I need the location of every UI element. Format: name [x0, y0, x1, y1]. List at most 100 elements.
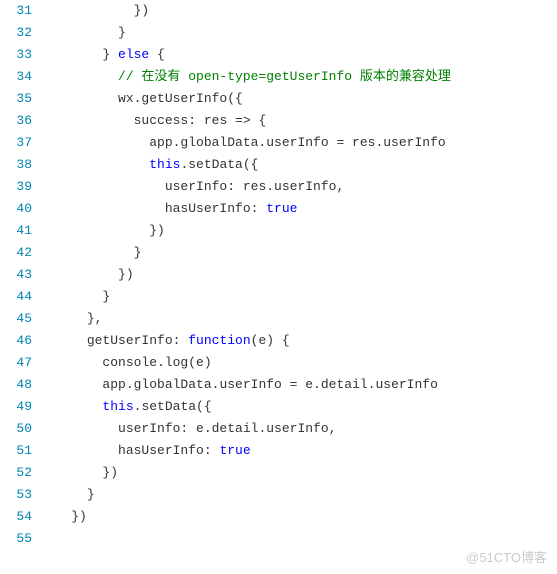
keyword-else: else [118, 47, 149, 62]
code-line[interactable]: }) [40, 0, 557, 22]
code-text: console.log(e) [102, 355, 211, 370]
code-text: hasUserInfo: [165, 201, 266, 216]
indent [40, 509, 71, 524]
indent [40, 421, 118, 436]
indent [40, 201, 165, 216]
line-number: 32 [0, 22, 32, 44]
code-text: }) [134, 3, 150, 18]
code-line[interactable]: } [40, 484, 557, 506]
indent [40, 443, 118, 458]
line-number-gutter: 31 32 33 34 35 36 37 38 39 40 41 42 43 4… [0, 0, 40, 574]
line-number: 45 [0, 308, 32, 330]
code-line[interactable]: } [40, 242, 557, 264]
indent [40, 135, 149, 150]
keyword-this: this [149, 157, 180, 172]
line-number: 53 [0, 484, 32, 506]
code-line[interactable]: }) [40, 506, 557, 528]
code-line[interactable]: app.globalData.userInfo = e.detail.userI… [40, 374, 557, 396]
code-text: userInfo: res.userInfo, [165, 179, 344, 194]
code-text: } [134, 245, 142, 260]
indent [40, 267, 118, 282]
line-number: 37 [0, 132, 32, 154]
comment-text: // 在没有 open-type=getUserInfo 版本的兼容处理 [118, 69, 451, 84]
indent [40, 245, 134, 260]
code-line[interactable]: wx.getUserInfo({ [40, 88, 557, 110]
indent [40, 333, 87, 348]
code-text: } [87, 487, 95, 502]
line-number: 31 [0, 0, 32, 22]
watermark-text: @51CTO博客 [466, 547, 547, 566]
line-number: 46 [0, 330, 32, 352]
code-text: success: res => { [134, 113, 267, 128]
line-number: 47 [0, 352, 32, 374]
indent [40, 311, 87, 326]
code-area[interactable]: }) } } else { // 在没有 open-type=getUserIn… [40, 0, 557, 574]
code-text: app.globalData.userInfo = e.detail.userI… [102, 377, 437, 392]
keyword-true: true [219, 443, 250, 458]
indent [40, 377, 102, 392]
indent [40, 157, 149, 172]
code-line[interactable]: }) [40, 220, 557, 242]
indent [40, 355, 102, 370]
code-text: } [102, 47, 118, 62]
keyword-function: function [188, 333, 250, 348]
code-line[interactable]: console.log(e) [40, 352, 557, 374]
line-number: 49 [0, 396, 32, 418]
code-line[interactable]: }) [40, 264, 557, 286]
code-line[interactable]: } [40, 286, 557, 308]
line-number: 39 [0, 176, 32, 198]
line-number: 51 [0, 440, 32, 462]
indent [40, 47, 102, 62]
indent [40, 399, 102, 414]
code-line[interactable]: app.globalData.userInfo = res.userInfo [40, 132, 557, 154]
code-line[interactable]: }, [40, 308, 557, 330]
indent [40, 113, 134, 128]
indent [40, 487, 87, 502]
code-text: }, [87, 311, 103, 326]
line-number: 38 [0, 154, 32, 176]
indent [40, 69, 118, 84]
code-line[interactable]: userInfo: res.userInfo, [40, 176, 557, 198]
code-text: wx.getUserInfo({ [118, 91, 243, 106]
code-editor[interactable]: 31 32 33 34 35 36 37 38 39 40 41 42 43 4… [0, 0, 557, 574]
code-text: .setData({ [180, 157, 258, 172]
indent [40, 25, 118, 40]
line-number: 43 [0, 264, 32, 286]
code-text: { [149, 47, 165, 62]
code-line[interactable]: hasUserInfo: true [40, 440, 557, 462]
line-number: 34 [0, 66, 32, 88]
code-line[interactable]: } [40, 22, 557, 44]
code-text: }) [71, 509, 87, 524]
line-number: 55 [0, 528, 32, 550]
code-text: hasUserInfo: [118, 443, 219, 458]
line-number: 54 [0, 506, 32, 528]
code-line[interactable]: this.setData({ [40, 396, 557, 418]
line-number: 35 [0, 88, 32, 110]
code-line[interactable]: getUserInfo: function(e) { [40, 330, 557, 352]
indent [40, 223, 149, 238]
code-text: app.globalData.userInfo = res.userInfo [149, 135, 445, 150]
line-number: 50 [0, 418, 32, 440]
line-number: 52 [0, 462, 32, 484]
code-text: } [102, 289, 110, 304]
keyword-true: true [266, 201, 297, 216]
indent [40, 179, 165, 194]
code-text: }) [149, 223, 165, 238]
code-text: (e) { [251, 333, 290, 348]
code-line[interactable]: userInfo: e.detail.userInfo, [40, 418, 557, 440]
code-text: userInfo: e.detail.userInfo, [118, 421, 336, 436]
indent [40, 91, 118, 106]
line-number: 36 [0, 110, 32, 132]
keyword-this: this [102, 399, 133, 414]
code-line[interactable]: this.setData({ [40, 154, 557, 176]
code-text: }) [102, 465, 118, 480]
code-line[interactable]: } else { [40, 44, 557, 66]
line-number: 41 [0, 220, 32, 242]
line-number: 40 [0, 198, 32, 220]
code-line[interactable]: }) [40, 462, 557, 484]
code-text: .setData({ [134, 399, 212, 414]
code-line[interactable]: hasUserInfo: true [40, 198, 557, 220]
code-line[interactable]: // 在没有 open-type=getUserInfo 版本的兼容处理 [40, 66, 557, 88]
code-line[interactable]: success: res => { [40, 110, 557, 132]
line-number: 33 [0, 44, 32, 66]
